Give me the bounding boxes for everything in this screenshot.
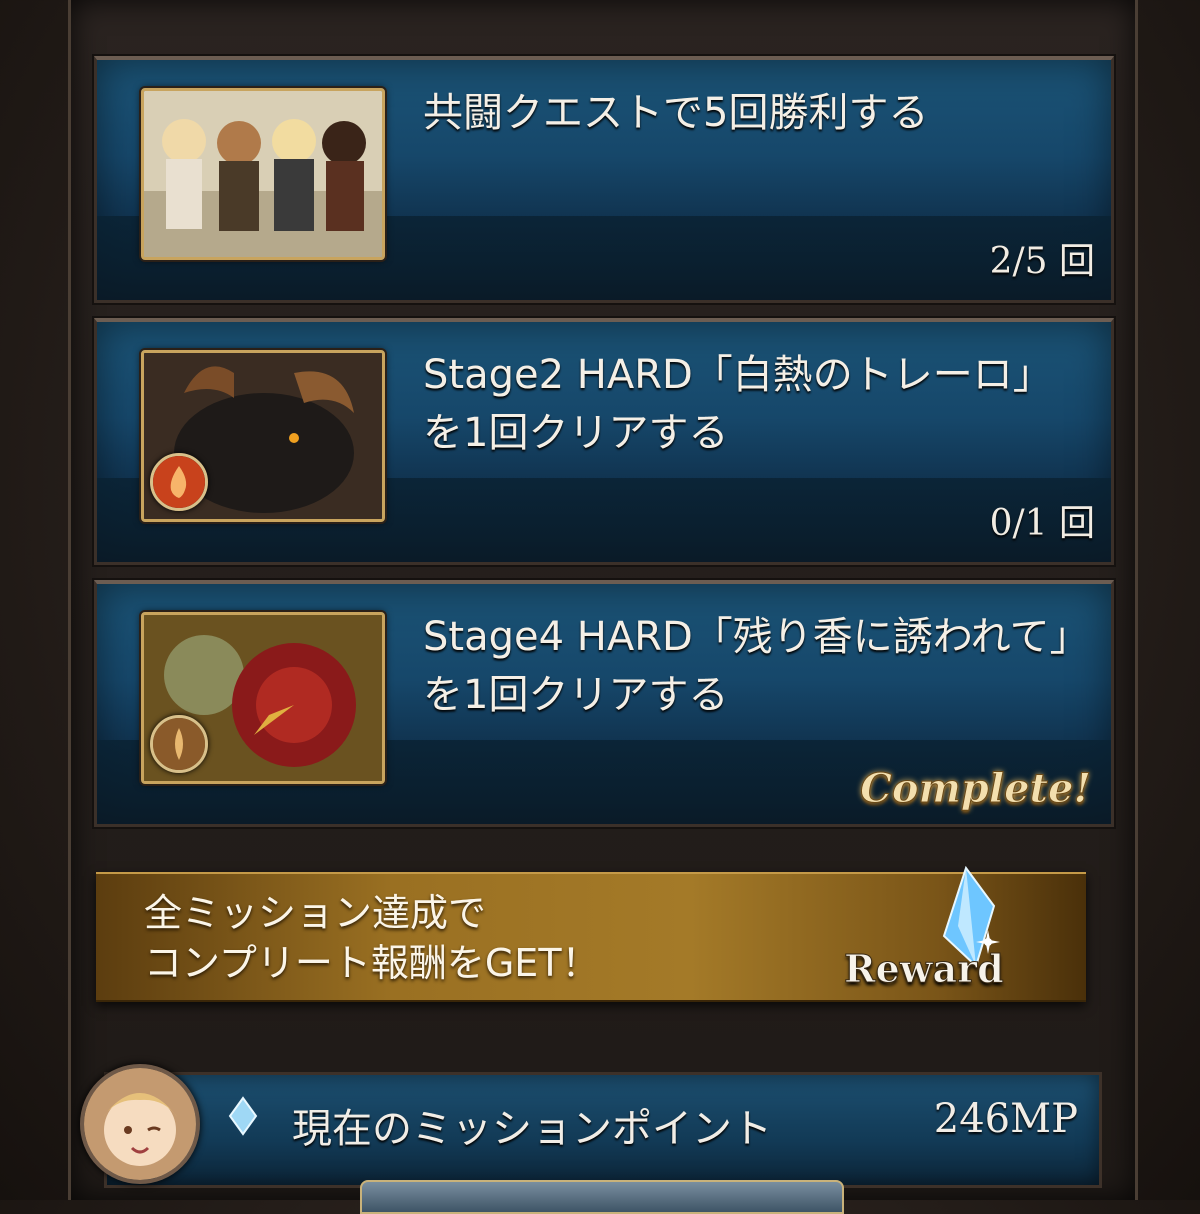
- flower-monster-image: [141, 612, 385, 784]
- fire-element-icon: [150, 453, 208, 511]
- avatar[interactable]: [80, 1064, 200, 1184]
- complete-reward-banner[interactable]: 全ミッション達成で コンプリート報酬をGET！ Reward: [96, 865, 1086, 1002]
- mission-points-label: 現在のミッションポイント: [292, 1106, 772, 1152]
- mission-progress: 0/1 回: [989, 503, 1095, 544]
- reward-label: Reward: [844, 946, 1005, 992]
- bottom-button[interactable]: [360, 1180, 844, 1214]
- mission-item-1[interactable]: 共闘クエストで5回勝利する 2/5 回: [94, 56, 1114, 303]
- reward-line-1: 全ミッション達成で: [144, 891, 487, 935]
- diamond-icon: [228, 1096, 258, 1136]
- mission-progress: 2/5 回: [989, 241, 1095, 282]
- characters-group-image: [141, 88, 385, 260]
- complete-badge: Complete!: [860, 765, 1092, 813]
- mission-item-2[interactable]: Stage2 HARD「白熱のトレーロ」を1回クリアする 0/1 回: [94, 318, 1114, 565]
- mission-title: 共闘クエストで5回勝利する: [423, 90, 929, 136]
- mission-points-value: 246MP: [933, 1096, 1078, 1142]
- earth-element-icon: [150, 715, 208, 773]
- mission-item-3[interactable]: Stage4 HARD「残り香に誘われて」を1回クリアする Complete!: [94, 580, 1114, 827]
- reward-line-2: コンプリート報酬をGET！: [144, 941, 600, 985]
- mission-title: Stage4 HARD「残り香に誘われて」を1回クリアする: [423, 614, 1070, 718]
- mission-title: Stage2 HARD「白熱のトレーロ」を1回クリアする: [423, 352, 1053, 456]
- reward-text: 全ミッション達成で コンプリート報酬をGET！: [144, 888, 600, 988]
- minotaur-boss-image: [141, 350, 385, 522]
